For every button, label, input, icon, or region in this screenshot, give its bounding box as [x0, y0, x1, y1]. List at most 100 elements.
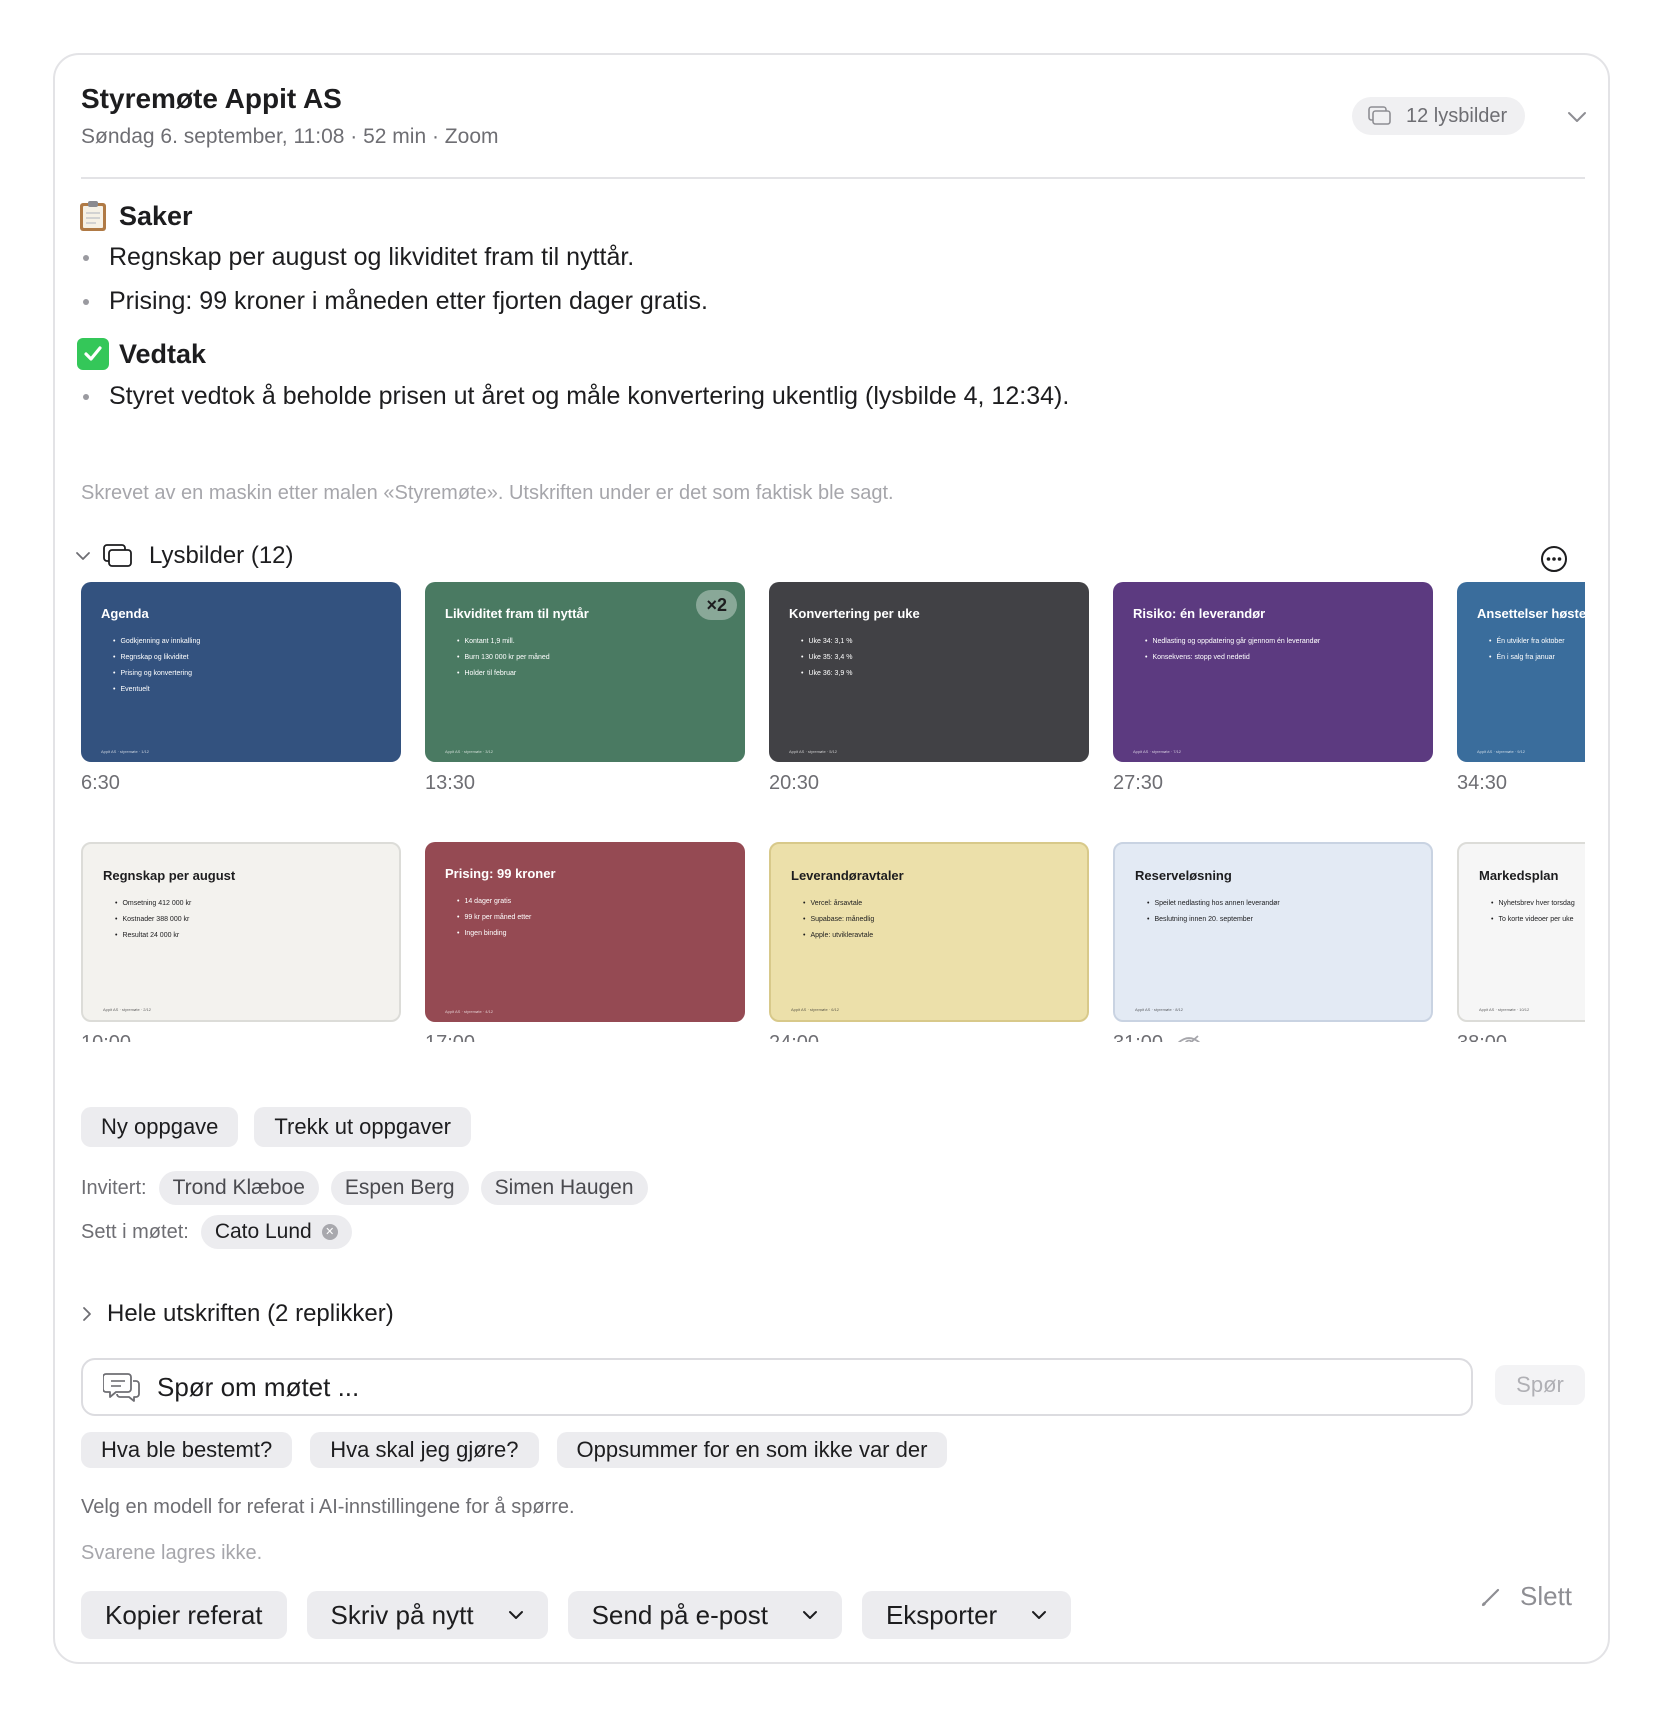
invited-label: Invitert:	[81, 1176, 147, 1199]
meeting-card: Styremøte Appit AS Søndag 6. september, …	[53, 53, 1610, 1664]
slide-title: Agenda	[101, 606, 149, 621]
x-circle-icon[interactable]: ✕	[321, 1224, 338, 1240]
slide-title: Reserveløsning	[1135, 868, 1232, 883]
slide-bullet: 99 kr per måned etter	[457, 914, 531, 921]
ask-button[interactable]: Spør	[1495, 1365, 1585, 1405]
slide-bullet: Uke 35: 3,4 %	[801, 654, 852, 661]
slide-title: Likviditet fram til nyttår	[445, 606, 589, 621]
slide-thumbnail[interactable]: Konvertering per uke Uke 34: 3,1 % Uke 35:…	[769, 582, 1089, 762]
ask-input[interactable]: Spør om møtet ...	[81, 1358, 1473, 1416]
invited-chip[interactable]: Simen Haugen	[480, 1171, 648, 1205]
slide-thumbnail[interactable]: Reserveløsning Speilet nedlasting hos ann…	[1113, 842, 1433, 1022]
slide-thumbnail[interactable]: Likviditet fram til nyttår Kontant 1,9 mi…	[425, 582, 745, 762]
suggestion-chip[interactable]: Hva skal jeg gjøre?	[310, 1432, 539, 1468]
slide-thumbnail[interactable]: Risiko: én leverandør Nedlasting og oppda…	[1113, 582, 1433, 762]
send-email-button[interactable]: Send på e-post	[567, 1591, 842, 1639]
slide-repeat-badge: ×2	[696, 590, 737, 620]
slide-bullets: Speilet nedlasting hos annen leverandør B…	[1147, 900, 1279, 932]
vedtak-item-text: Styret vedtok å beholde prisen ut året o…	[109, 382, 1070, 410]
slide-thumbnail[interactable]: Markedsplan Nyhetsbrev hver torsdag To kor…	[1457, 842, 1585, 1022]
slide-title: Regnskap per august	[103, 868, 236, 883]
slide-timestamp[interactable]: 20:30	[769, 772, 819, 795]
slide-timestamp-label: 20:30	[769, 772, 820, 794]
slide-thumbnail[interactable]: Leverandøravtaler Vercel: årsavtale Supaba…	[769, 842, 1089, 1022]
slide-timestamp-label: 24:00	[769, 1032, 819, 1042]
chevron-down-icon	[508, 1611, 523, 1619]
header-divider	[81, 177, 1585, 179]
rewrite-button[interactable]: Skriv på nytt	[306, 1591, 548, 1639]
slide-footer: Appit AS · styremøte · 3/12	[445, 749, 494, 754]
ellipsis-circle-icon[interactable]	[1540, 545, 1568, 573]
seen-chip[interactable]: Cato Lund ✕	[200, 1215, 352, 1249]
slide-bullets: Én utvikler fra oktober Én i salg fra jan…	[1489, 638, 1565, 670]
slides-count-label: 12 lysbilder	[1406, 104, 1508, 127]
transcript-toggle[interactable]: Hele utskriften (2 replikker)	[81, 1300, 394, 1328]
slide-timestamp[interactable]: 13:30	[425, 772, 475, 795]
seen-label: Sett i møtet:	[81, 1220, 189, 1243]
slides-section-title: Lysbilder (12)	[149, 542, 294, 569]
slide-timestamp-label: 10:00	[81, 1032, 131, 1042]
slide-timestamp-label: 17:00	[425, 1032, 475, 1042]
task-buttons: Ny oppgave Trekk ut oppgaver	[81, 1107, 471, 1147]
slide-bullet: Uke 34: 3,1 %	[801, 638, 852, 645]
new-task-button[interactable]: Ny oppgave	[81, 1107, 239, 1147]
slides-grid: Agenda Godkjenning av innkalling Regnskap …	[81, 582, 1585, 1042]
vedtak-heading-text: Vedtak	[119, 338, 207, 369]
slides-stack-icon	[103, 544, 132, 567]
invited-chip[interactable]: Espen Berg	[330, 1171, 469, 1205]
slide-timestamp[interactable]: 31:00	[1113, 1032, 1203, 1042]
slide-timestamp[interactable]: 6:30	[81, 772, 120, 795]
chevron-down-icon[interactable]	[1565, 107, 1589, 127]
meeting-title: Styremøte Appit AS	[81, 83, 342, 114]
slide-timestamp[interactable]: 17:00	[425, 1032, 475, 1042]
model-info: Velg en modell for referat i AI-innstill…	[81, 1496, 575, 1518]
slide-bullet: Resultat 24 000 kr	[115, 932, 191, 939]
slide-bullet: Ingen binding	[457, 930, 531, 937]
slide-timestamp-label: 6:30	[81, 772, 120, 794]
slides-section-toggle[interactable]: Lysbilder (12)	[75, 542, 294, 570]
slide-bullets: Godkjenning av innkalling Regnskap og lik…	[113, 638, 200, 702]
slide-timestamp[interactable]: 27:30	[1113, 772, 1163, 795]
clipboard-icon	[77, 200, 109, 232]
slide-bullet: Vercel: årsavtale	[803, 900, 874, 907]
slide-thumbnail[interactable]: Agenda Godkjenning av innkalling Regnskap …	[81, 582, 401, 762]
delete-button[interactable]: Slett	[1480, 1581, 1572, 1612]
slide-thumbnail[interactable]: Ansettelser høsten Én utvikler fra oktobe…	[1457, 582, 1585, 762]
saker-heading: Saker	[77, 200, 193, 232]
slide-thumbnail[interactable]: Prising: 99 kroner 14 dager gratis 99 kr p…	[425, 842, 745, 1022]
rewrite-label: Skriv på nytt	[330, 1599, 474, 1630]
slide-bullet: To korte videoer per uke	[1491, 916, 1575, 923]
suggestion-chip[interactable]: Oppsummer for en som ikke var der	[556, 1432, 948, 1468]
slide-bullet: Uke 36: 3,9 %	[801, 670, 852, 677]
ai-disclaimer: Skrevet av en maskin etter malen «Styrem…	[81, 482, 894, 504]
slide-bullet: Konsekvens: stopp ved nedetid	[1145, 654, 1320, 661]
slide-bullet: Én i salg fra januar	[1489, 654, 1565, 661]
extract-tasks-button[interactable]: Trekk ut oppgaver	[254, 1107, 471, 1147]
export-button[interactable]: Eksporter	[861, 1591, 1072, 1639]
slides-count-button[interactable]: 12 lysbilder	[1352, 97, 1526, 135]
chevron-down-icon	[76, 552, 90, 560]
slide-timestamp[interactable]: 38:00	[1457, 1032, 1507, 1042]
slide-bullet: Kontant 1,9 mill.	[457, 638, 550, 645]
slide-title: Prising: 99 kroner	[445, 866, 556, 881]
slide-timestamp-label: 13:30	[425, 772, 476, 794]
slide-footer: Appit AS · styremøte · 2/12	[103, 1007, 152, 1012]
slide-bullet: Kostnader 388 000 kr	[115, 916, 191, 923]
slide-thumbnail[interactable]: Regnskap per august Omsetning 412 000 kr K…	[81, 842, 401, 1022]
slide-footer: Appit AS · styremøte · 8/12	[1135, 1007, 1184, 1012]
slide-timestamp[interactable]: 10:00	[81, 1032, 131, 1042]
chevron-down-icon	[802, 1611, 817, 1619]
slide-timestamp[interactable]: 34:30	[1457, 772, 1507, 795]
saker-item-text: Regnskap per august og likviditet fram t…	[109, 243, 635, 271]
bullet-dot	[83, 393, 89, 400]
eye-slash-icon	[1177, 1034, 1201, 1042]
slide-timestamp-label: 34:30	[1457, 772, 1508, 794]
slide-bullet: Nedlasting og oppdatering går gjennom én…	[1145, 638, 1320, 645]
slide-timestamp[interactable]: 24:00	[769, 1032, 819, 1042]
invited-chip[interactable]: Trond Klæboe	[158, 1171, 319, 1205]
seen-row: Sett i møtet: Cato Lund ✕	[81, 1215, 352, 1249]
slide-bullet: Speilet nedlasting hos annen leverandør	[1147, 900, 1279, 907]
copy-summary-button[interactable]: Kopier referat	[81, 1591, 287, 1639]
suggestion-chip[interactable]: Hva ble bestemt?	[81, 1432, 293, 1468]
copy-summary-label: Kopier referat	[105, 1599, 263, 1630]
